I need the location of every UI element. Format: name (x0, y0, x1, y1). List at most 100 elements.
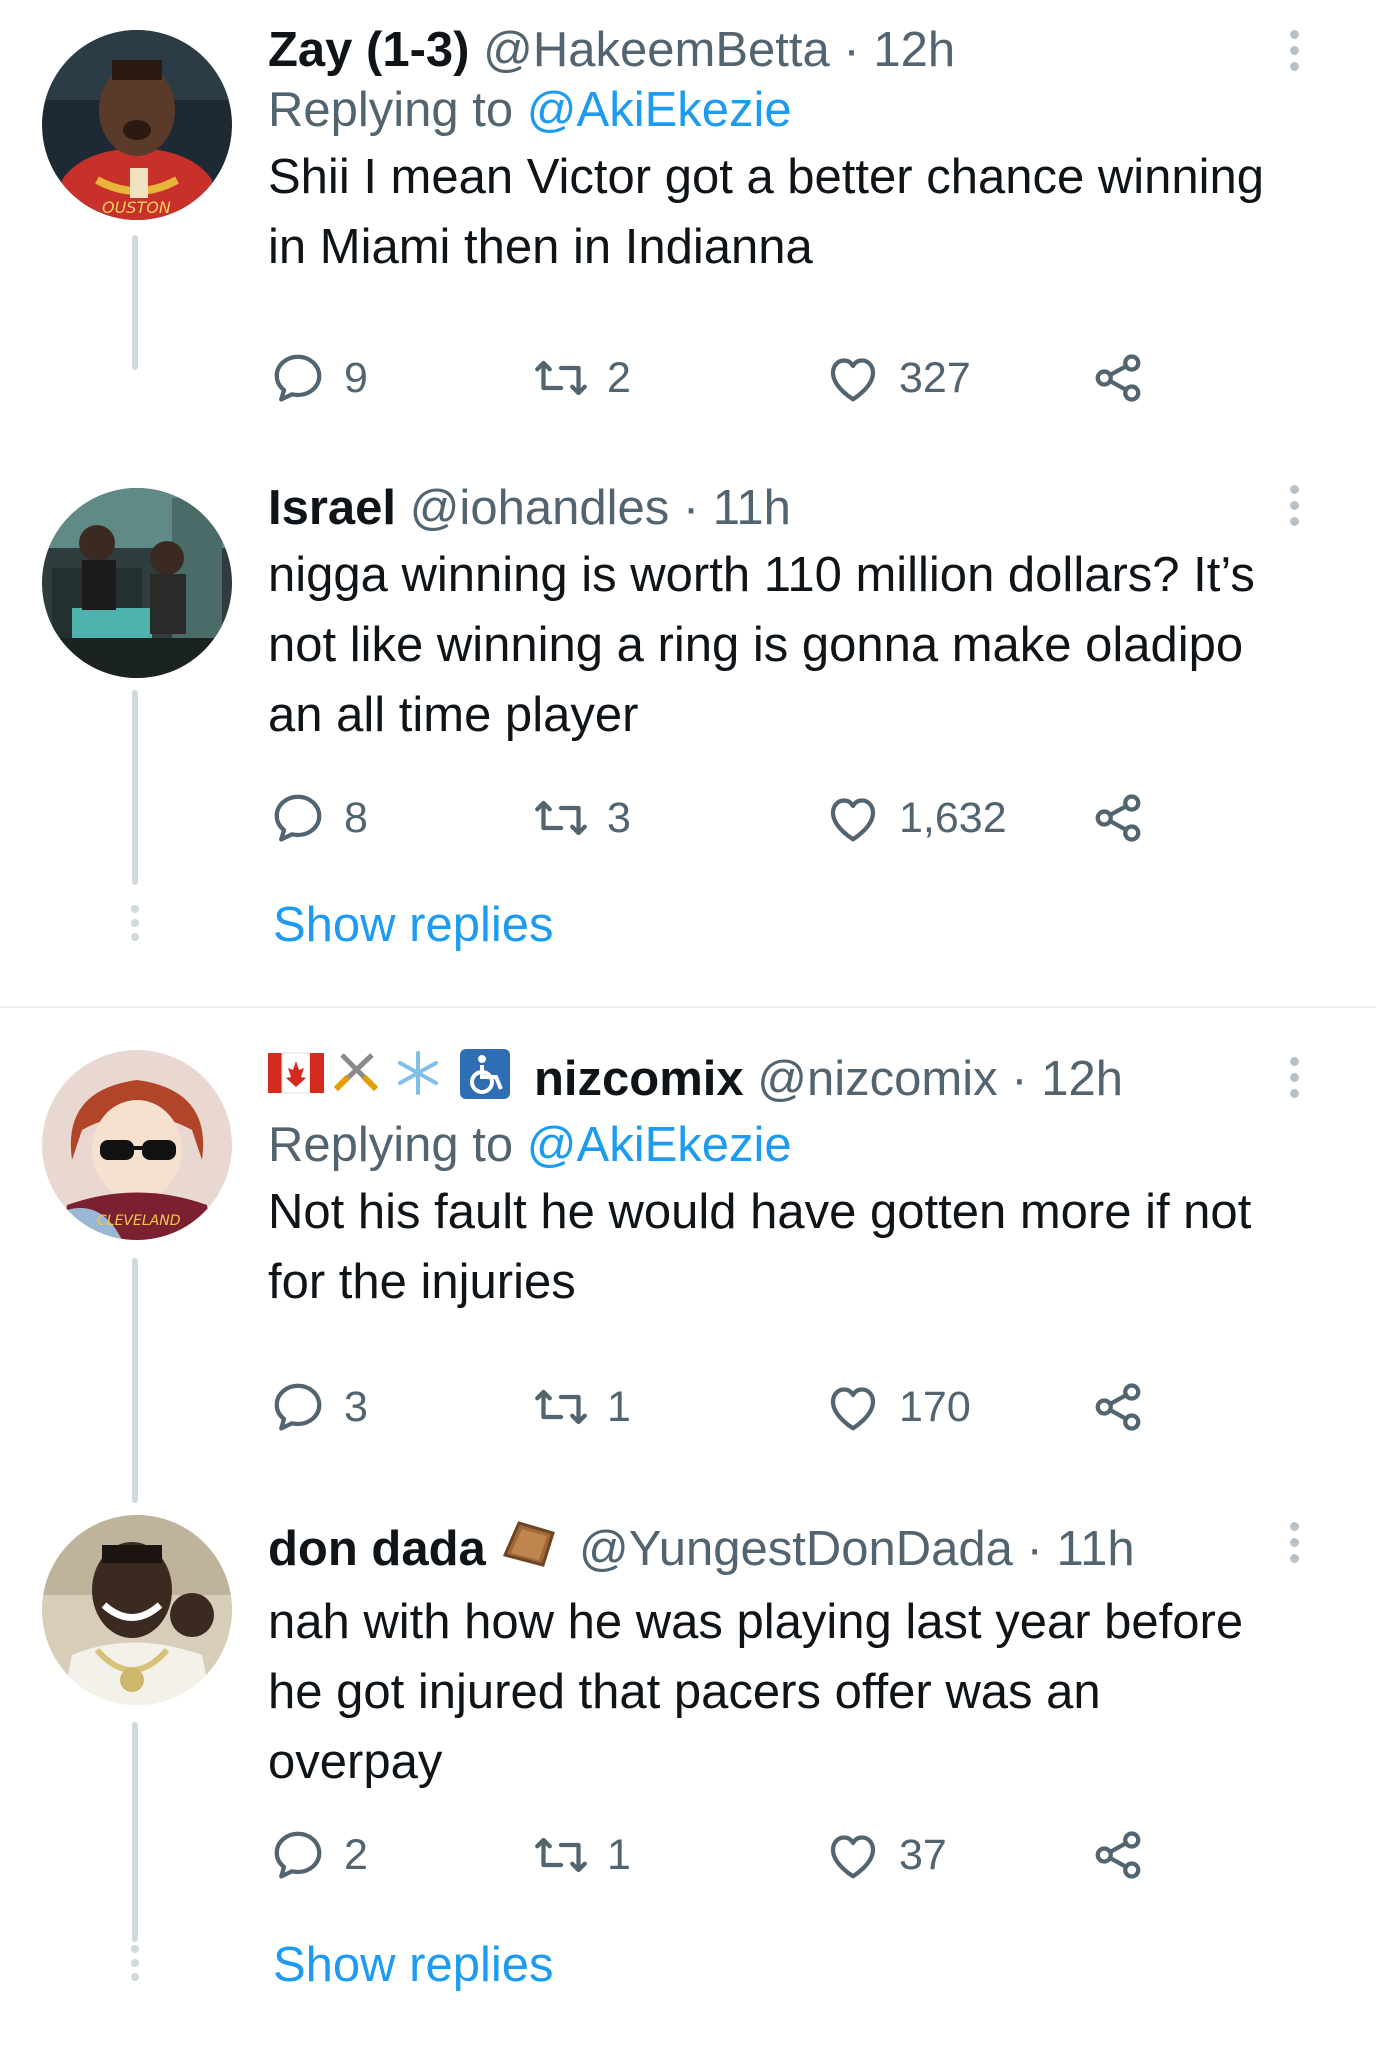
retweet-count: 1 (607, 1830, 631, 1879)
tweet-text-line: nigga winning is worth 110 million dolla… (268, 548, 1255, 602)
more-icon[interactable] (1282, 1057, 1306, 1105)
heart-icon (830, 1387, 876, 1431)
timestamp[interactable]: · 11h (1027, 1522, 1135, 1576)
reply-button[interactable]: 9 (268, 343, 368, 413)
display-name[interactable]: nizcomix (534, 1052, 744, 1106)
retweet-button[interactable]: 1 (531, 1820, 631, 1890)
user-handle[interactable]: @YungestDonDada (579, 1522, 1013, 1576)
reply-button[interactable]: 8 (268, 783, 368, 853)
like-count: 170 (899, 1382, 971, 1431)
reply-button[interactable]: 2 (268, 1820, 368, 1890)
more-icon[interactable] (1282, 485, 1306, 533)
share-icon (1095, 1831, 1141, 1879)
tweet-text-line: he got injured that pacers offer was an (268, 1665, 1101, 1719)
tweet-text: nah with how he was playing last year be… (268, 1587, 1338, 1797)
tweet-text-line: Not his fault he would have gotten more … (268, 1185, 1252, 1239)
mention-link[interactable]: @AkiEkezie (527, 1118, 792, 1172)
reply-count: 2 (344, 1830, 368, 1879)
heart-icon (830, 358, 876, 402)
thread-continue-icon (128, 905, 142, 947)
avatar[interactable] (42, 1515, 232, 1705)
retweet-icon (535, 800, 587, 836)
display-name[interactable]: Israel (268, 481, 396, 535)
retweet-count: 1 (607, 1382, 631, 1431)
tweet-header: nizcomix @nizcomix · 12h (268, 1045, 1338, 1115)
replying-to-prefix: Replying to (268, 1118, 527, 1172)
timestamp[interactable]: · 11h (683, 481, 791, 535)
tweet-text-line: nah with how he was playing last year be… (268, 1595, 1244, 1649)
tweet-actions: 8 3 1,632 (268, 783, 1168, 853)
reply-icon (274, 1383, 322, 1431)
more-icon[interactable] (1282, 30, 1306, 78)
more-icon[interactable] (1282, 1522, 1306, 1570)
like-count: 327 (899, 353, 971, 402)
reply-icon (274, 354, 322, 402)
heart-icon (830, 798, 876, 842)
thread-line (132, 1258, 138, 1503)
user-handle[interactable]: @nizcomix (757, 1052, 997, 1106)
replying-to: Replying to @AkiEkezie (268, 1115, 1338, 1175)
thread-line (132, 690, 138, 885)
svg-text:OUSTON: OUSTON (102, 198, 171, 217)
display-name[interactable]: don dada (268, 1522, 486, 1576)
share-icon (1095, 1383, 1141, 1431)
like-button[interactable]: 170 (823, 1372, 971, 1442)
share-button[interactable] (1088, 1372, 1148, 1442)
share-button[interactable] (1088, 783, 1148, 853)
retweet-button[interactable]: 2 (531, 343, 631, 413)
thread-line (132, 235, 138, 370)
retweet-button[interactable]: 3 (531, 783, 631, 853)
tweet-text-line: in Miami then in Indianna (268, 220, 813, 274)
thread-line (132, 1722, 138, 1942)
share-icon (1095, 354, 1141, 402)
svg-text:CLEVELAND: CLEVELAND (97, 1213, 181, 1229)
user-handle[interactable]: @HakeemBetta (483, 23, 830, 77)
tweet-header: Zay (1-3) @HakeemBetta · 12h (268, 20, 1338, 80)
tweet-text-line: Shii I mean Victor got a better chance w… (268, 150, 1265, 204)
share-icon (1095, 794, 1141, 842)
share-button[interactable] (1088, 1820, 1148, 1890)
avatar[interactable]: CLEVELAND (42, 1050, 232, 1240)
tweet-text: Not his fault he would have gotten more … (268, 1177, 1338, 1317)
show-replies-link[interactable]: Show replies (273, 895, 554, 955)
mention-link[interactable]: @AkiEkezie (527, 83, 792, 137)
replying-to-prefix: Replying to (268, 83, 527, 137)
thread-divider (0, 1006, 1376, 1008)
like-button[interactable]: 37 (823, 1820, 947, 1890)
retweet-icon (535, 1389, 587, 1425)
thread-continue-icon (128, 1945, 142, 1987)
user-handle[interactable]: @iohandles (410, 481, 670, 535)
timestamp[interactable]: · 12h (1011, 1052, 1123, 1106)
tweet-text: nigga winning is worth 110 million dolla… (268, 540, 1338, 750)
avatar[interactable]: OUSTON (42, 30, 232, 220)
show-replies-link[interactable]: Show replies (273, 1935, 554, 1995)
reply-icon (274, 794, 322, 842)
reply-count: 9 (344, 353, 368, 402)
tweet-text-line: for the injuries (268, 1255, 576, 1309)
display-name[interactable]: Zay (1-3) (268, 23, 470, 77)
like-button[interactable]: 327 (823, 343, 971, 413)
reply-count: 3 (344, 1382, 368, 1431)
tweet-actions: 3 1 170 (268, 1372, 1168, 1442)
like-button[interactable]: 1,632 (823, 783, 1007, 853)
like-count: 37 (899, 1830, 947, 1879)
tweet-text: Shii I mean Victor got a better chance w… (268, 142, 1338, 282)
coffin-icon (499, 1515, 559, 1585)
like-count: 1,632 (899, 793, 1007, 842)
reply-icon (274, 1831, 322, 1879)
tweet-header: Israel @iohandles · 11h (268, 478, 1338, 538)
tweet-text-line: not like winning a ring is gonna make ol… (268, 618, 1244, 672)
reply-count: 8 (344, 793, 368, 842)
timestamp[interactable]: · 12h (843, 23, 955, 77)
tweet-actions: 2 1 37 (268, 1820, 1168, 1890)
replying-to: Replying to @AkiEkezie (268, 80, 1338, 140)
name-emoji-icon (268, 1045, 528, 1115)
reply-button[interactable]: 3 (268, 1372, 368, 1442)
retweet-icon (535, 360, 587, 396)
retweet-button[interactable]: 1 (531, 1372, 631, 1442)
avatar[interactable] (42, 488, 232, 678)
retweet-count: 3 (607, 793, 631, 842)
tweet-actions: 9 2 327 (268, 343, 1168, 413)
share-button[interactable] (1088, 343, 1148, 413)
retweet-count: 2 (607, 353, 631, 402)
